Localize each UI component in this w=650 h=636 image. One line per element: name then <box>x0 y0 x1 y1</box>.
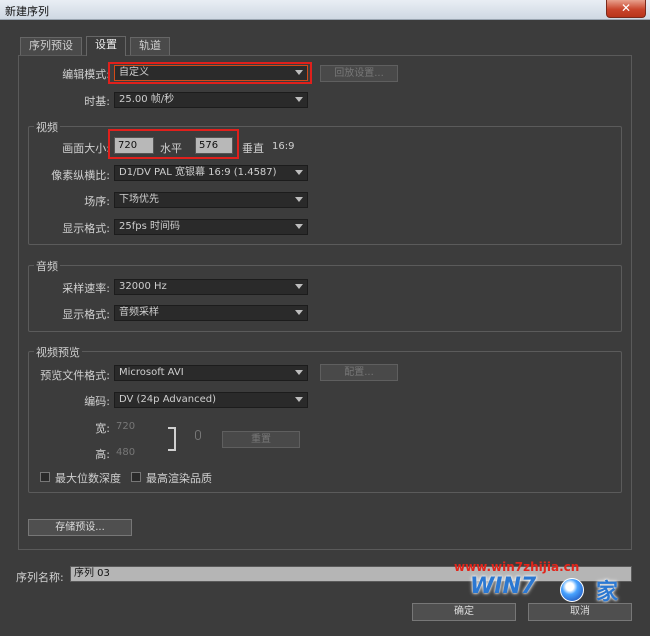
preview-file-format-dropdown[interactable]: Microsoft AVI <box>114 365 308 381</box>
tab-sequence-presets[interactable]: 序列预设 <box>20 37 82 55</box>
max-bit-depth-label: 最大位数深度 <box>55 472 121 485</box>
video-group-title: 视频 <box>34 119 60 135</box>
codec-value: DV (24p Advanced) <box>119 394 216 405</box>
watermark-logo: WIN7 <box>470 574 537 599</box>
horizontal-label: 水平 <box>160 142 182 155</box>
window-title: 新建序列 <box>5 5 49 18</box>
close-icon: ✕ <box>620 1 632 15</box>
windows-logo-icon <box>560 578 584 602</box>
chain-link-icon[interactable] <box>195 430 201 440</box>
preview-width-label: 宽: <box>95 422 110 435</box>
aspect-ratio-text: 16:9 <box>272 141 295 152</box>
watermark-url: www.win7zhijia.cn <box>454 560 580 574</box>
chevron-down-icon <box>295 284 303 289</box>
edit-mode-label: 编辑模式: <box>62 68 110 81</box>
title-bar: 新建序列 ✕ <box>0 0 650 20</box>
pixel-aspect-value: D1/DV PAL 宽银幕 16:9 (1.4587) <box>119 167 277 178</box>
max-bit-depth-checkbox[interactable] <box>40 472 50 482</box>
cancel-button[interactable]: 取消 <box>528 603 632 621</box>
codec-label: 编码: <box>84 395 110 408</box>
ok-button[interactable]: 确定 <box>412 603 516 621</box>
pixel-aspect-dropdown[interactable]: D1/DV PAL 宽银幕 16:9 (1.4587) <box>114 165 308 181</box>
preview-height-label: 高: <box>95 448 110 461</box>
audio-display-format-label: 显示格式: <box>62 308 110 321</box>
close-button[interactable]: ✕ <box>606 0 646 18</box>
chevron-down-icon <box>295 224 303 229</box>
tab-settings[interactable]: 设置 <box>86 36 126 56</box>
edit-mode-value: 自定义 <box>119 67 149 78</box>
reset-button[interactable]: 重置 <box>222 431 300 448</box>
save-preset-button[interactable]: 存储预设... <box>28 519 132 536</box>
audio-display-format-value: 音频采样 <box>119 307 159 318</box>
chevron-down-icon <box>295 170 303 175</box>
max-render-quality-checkbox[interactable] <box>131 472 141 482</box>
frame-size-label: 画面大小: <box>62 142 110 155</box>
frame-height-input[interactable]: 576 <box>195 137 233 154</box>
timebase-dropdown[interactable]: 25.00 帧/秒 <box>114 92 308 108</box>
audio-display-format-dropdown[interactable]: 音频采样 <box>114 305 308 321</box>
sequence-name-label: 序列名称: <box>16 571 64 584</box>
chevron-down-icon <box>295 397 303 402</box>
fields-dropdown[interactable]: 下场优先 <box>114 192 308 208</box>
video-display-format-label: 显示格式: <box>62 222 110 235</box>
timebase-label: 时基: <box>84 95 110 108</box>
timebase-value: 25.00 帧/秒 <box>119 94 175 105</box>
video-display-format-dropdown[interactable]: 25fps 时间码 <box>114 219 308 235</box>
audio-group-title: 音频 <box>34 258 60 274</box>
video-display-format-value: 25fps 时间码 <box>119 221 180 232</box>
tab-tracks[interactable]: 轨道 <box>130 37 170 55</box>
preview-height-value: 480 <box>116 447 136 458</box>
edit-mode-dropdown[interactable]: 自定义 <box>114 65 308 81</box>
sample-rate-label: 采样速率: <box>62 282 110 295</box>
pixel-aspect-label: 像素纵横比: <box>51 169 110 182</box>
chevron-down-icon <box>295 70 303 75</box>
chevron-down-icon <box>295 97 303 102</box>
video-preview-group-title: 视频预览 <box>34 344 82 360</box>
configure-button[interactable]: 配置... <box>320 364 398 381</box>
sample-rate-value: 32000 Hz <box>119 281 167 292</box>
chevron-down-icon <box>295 197 303 202</box>
preview-width-value: 720 <box>116 421 136 432</box>
max-render-quality-label: 最高渲染品质 <box>146 472 212 485</box>
audio-group <box>28 265 622 332</box>
chevron-down-icon <box>295 310 303 315</box>
frame-width-input[interactable]: 720 <box>114 137 154 154</box>
preview-file-format-label: 预览文件格式: <box>40 369 110 382</box>
sample-rate-dropdown[interactable]: 32000 Hz <box>114 279 308 295</box>
watermark-logo-suffix: 家 <box>596 580 619 605</box>
chevron-down-icon <box>295 370 303 375</box>
codec-dropdown[interactable]: DV (24p Advanced) <box>114 392 308 408</box>
fields-value: 下场优先 <box>119 194 159 205</box>
vertical-label: 垂直 <box>242 142 264 155</box>
preview-file-format-value: Microsoft AVI <box>119 367 184 378</box>
fields-label: 场序: <box>84 195 110 208</box>
link-bracket-icon <box>168 427 176 451</box>
playback-settings-button[interactable]: 回放设置... <box>320 65 398 82</box>
